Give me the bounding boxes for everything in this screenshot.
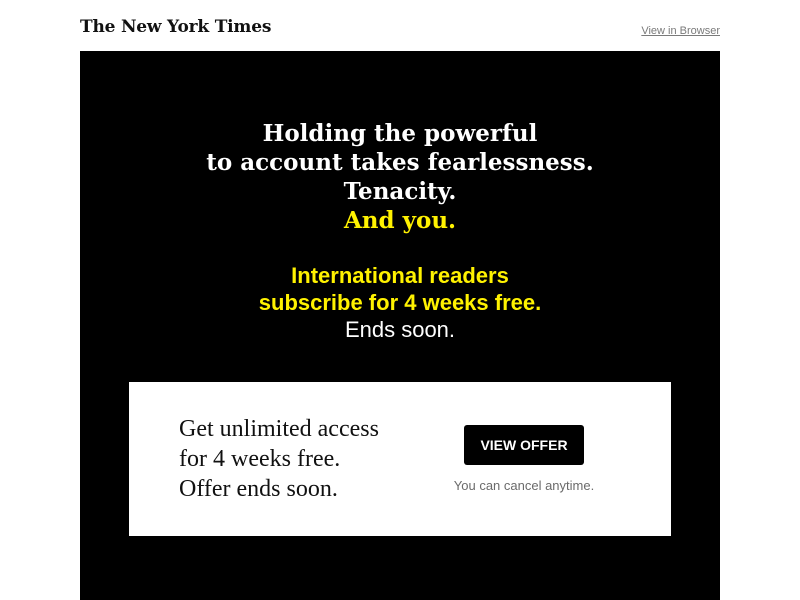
promo-line-1: International readers xyxy=(291,263,509,288)
view-offer-button[interactable]: VIEW OFFER xyxy=(464,425,584,465)
offer-text-line-2: for 4 weeks free. xyxy=(179,446,341,472)
headline-line-2: to account takes fearlessness. xyxy=(206,149,594,176)
cancel-anytime-note: You can cancel anytime. xyxy=(453,478,595,493)
offer-text-line-3: Offer ends soon. xyxy=(179,476,338,502)
offer-text: Get unlimited access for 4 weeks free. O… xyxy=(179,414,379,504)
promo-line-2: subscribe for 4 weeks free. xyxy=(258,290,542,315)
view-in-browser-link[interactable]: View in Browser xyxy=(641,25,720,37)
hero-banner: Holding the powerful to account takes fe… xyxy=(80,51,720,600)
email-header: The New York Times View in Browser xyxy=(80,16,720,46)
hero-headline: Holding the powerful to account takes fe… xyxy=(80,119,720,235)
offer-text-line-1: Get unlimited access xyxy=(179,416,379,442)
promo-message: International readers subscribe for 4 we… xyxy=(80,262,720,343)
nyt-logo[interactable]: The New York Times xyxy=(80,17,271,37)
offer-card: Get unlimited access for 4 weeks free. O… xyxy=(129,382,671,536)
headline-accent: And you. xyxy=(343,207,457,234)
headline-line-1: Holding the powerful xyxy=(262,120,538,147)
promo-line-3: Ends soon. xyxy=(344,317,456,342)
headline-line-3: Tenacity. xyxy=(343,178,457,205)
